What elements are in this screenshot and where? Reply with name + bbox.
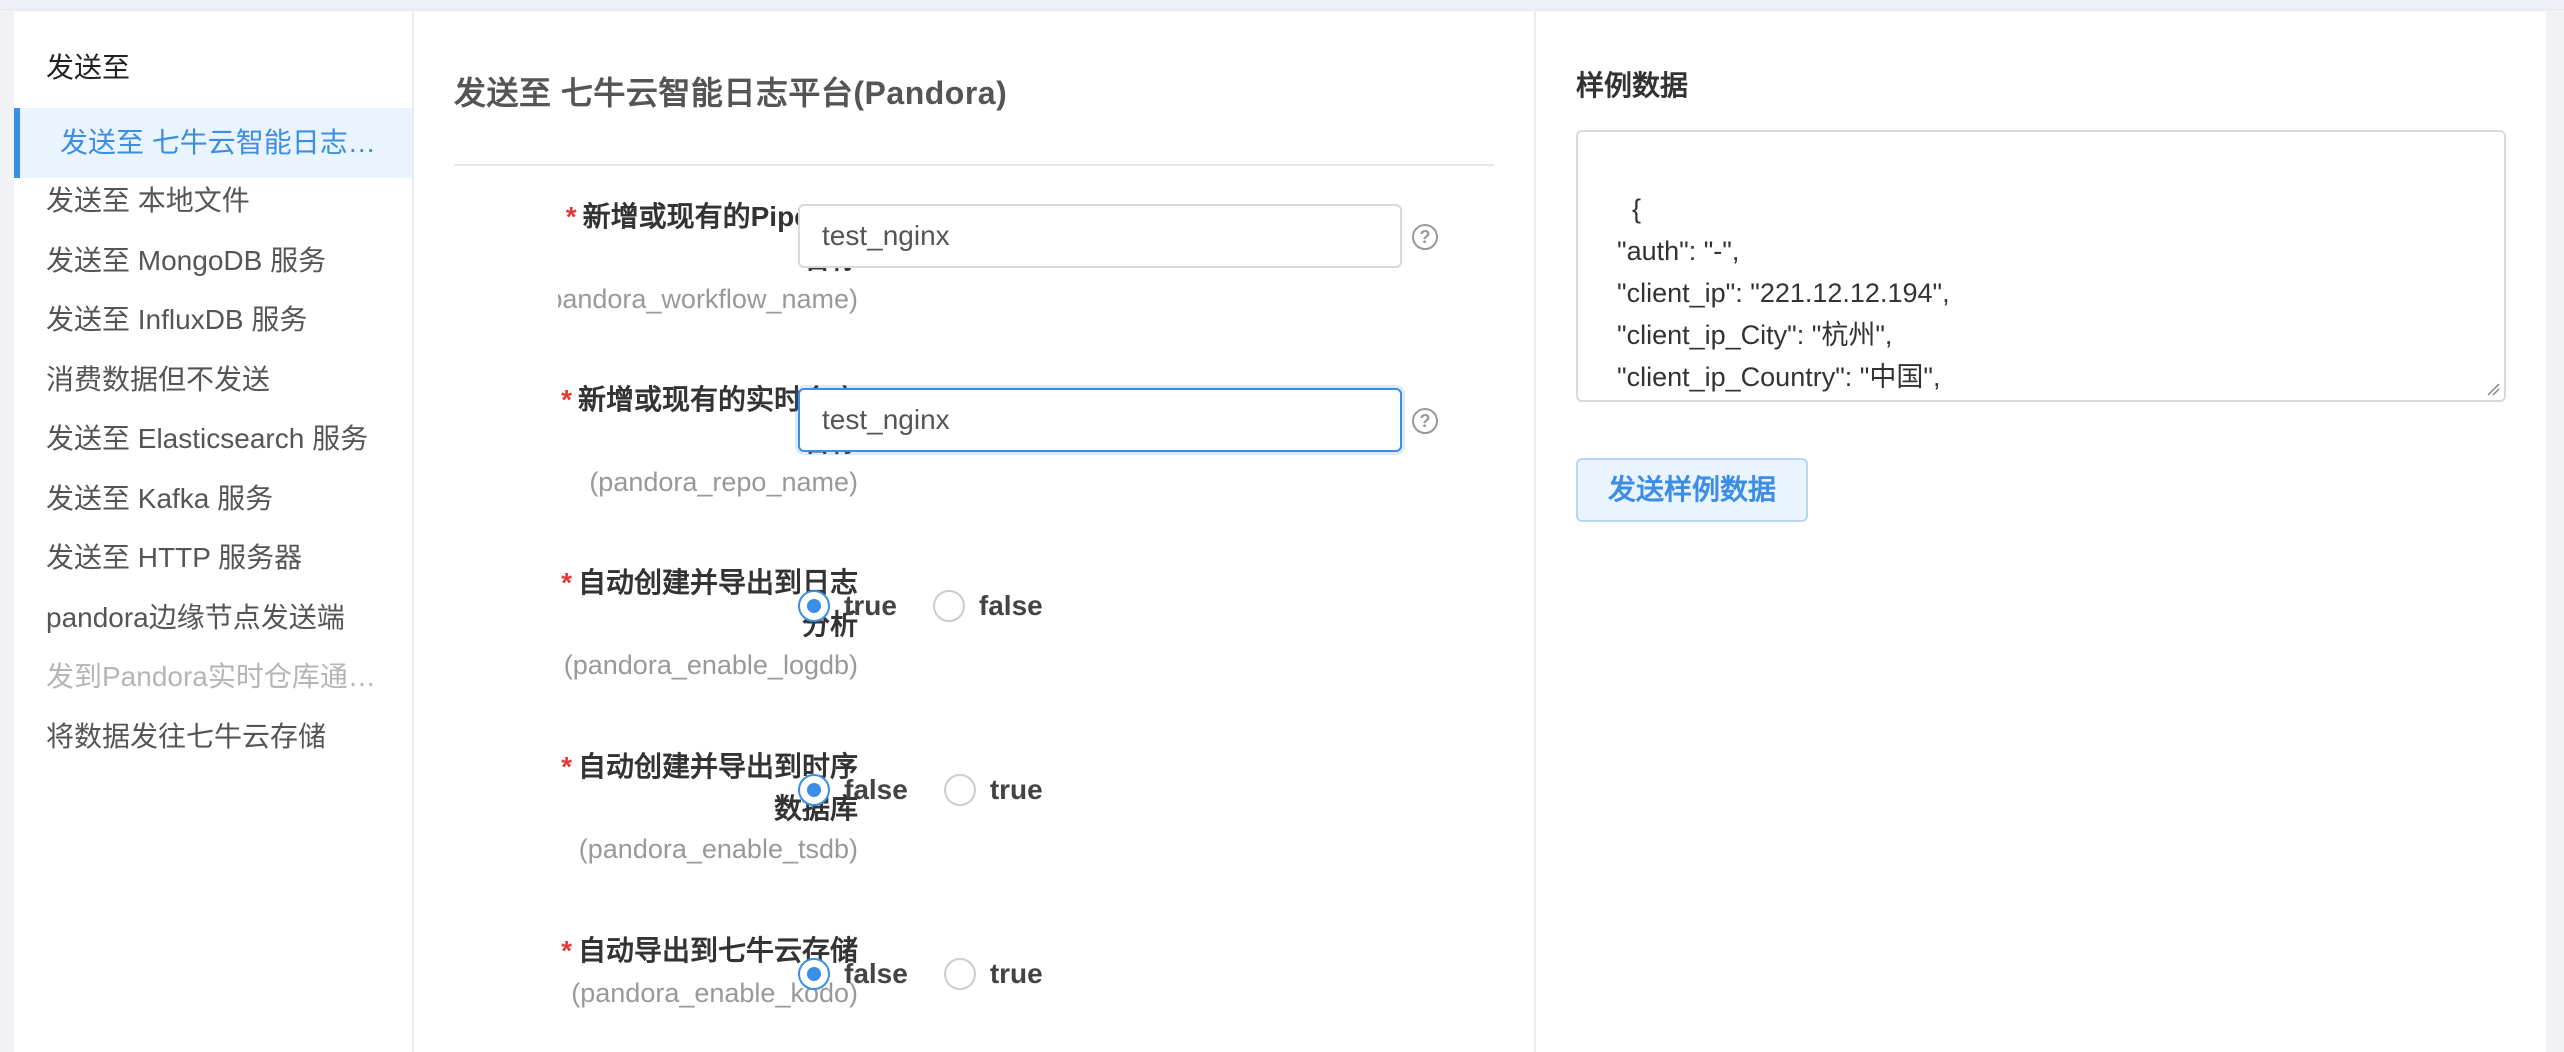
logdb-radio-group: true false [798,584,1079,628]
page-title: 发送至 七牛云智能日志平台(Pandora) [454,75,1008,111]
kodo-option-false[interactable]: false [798,958,908,990]
repo-key: (pandora_repo_name) [589,467,858,497]
required-mark: * [561,751,572,782]
pipeline-key: (pandora_workflow_name) [558,284,858,314]
tsdb-option-true[interactable]: true [943,774,1043,806]
tsdb-option-false[interactable]: false [798,774,908,806]
tsdb-radio-group: false true [798,768,1079,812]
radio-checked-icon[interactable] [798,590,830,622]
radio-checked-icon[interactable] [798,958,830,990]
pipeline-name-input[interactable] [798,204,1402,268]
logdb-key: (pandora_enable_logdb) [563,650,858,680]
required-mark: * [565,201,577,232]
radio-unchecked-icon[interactable] [932,590,965,622]
tsdb-key: (pandora_enable_tsdb) [578,834,858,864]
help-icon[interactable]: ? [1412,224,1438,250]
logdb-option-false[interactable]: false [932,590,1043,622]
sample-panel: 样例数据 { "auth": "-", "client_ip": "221.12… [1536,12,2546,1052]
sidebar-title: 发送至 [46,52,131,83]
kodo-option-true[interactable]: true [943,958,1043,990]
logdb-option-true[interactable]: true [798,590,897,622]
sidebar: 发送至 发送至 七牛云智能日志… 发送至 本地文件 发送至 MongoDB 服务… [14,12,412,1052]
repo-name-input[interactable] [798,388,1402,452]
sample-title: 样例数据 [1576,70,1689,101]
required-mark: * [561,384,572,415]
form-panel: 发送至 七牛云智能日志平台(Pandora) *新增或现有的Pipeline 名… [414,12,1534,1052]
help-icon[interactable]: ? [1412,408,1438,434]
send-sample-button[interactable]: 发送样例数据 [1576,458,1808,522]
sample-data-textarea[interactable]: { "auth": "-", "client_ip": "221.12.12.1… [1576,130,2506,402]
top-border [0,0,2564,10]
required-mark: * [561,935,572,966]
sample-data-text: { "auth": "-", "client_ip": "221.12.12.1… [1617,194,1950,392]
title-divider [454,164,1494,166]
sidebar-item-kodo[interactable]: 将数据发往七牛云存储 [14,702,412,772]
resize-handle-icon[interactable] [2486,382,2500,396]
kodo-radio-group: false true [798,952,1079,996]
radio-unchecked-icon[interactable] [943,958,976,990]
radio-checked-icon[interactable] [798,774,830,806]
radio-unchecked-icon[interactable] [943,774,976,806]
required-mark: * [561,567,572,598]
